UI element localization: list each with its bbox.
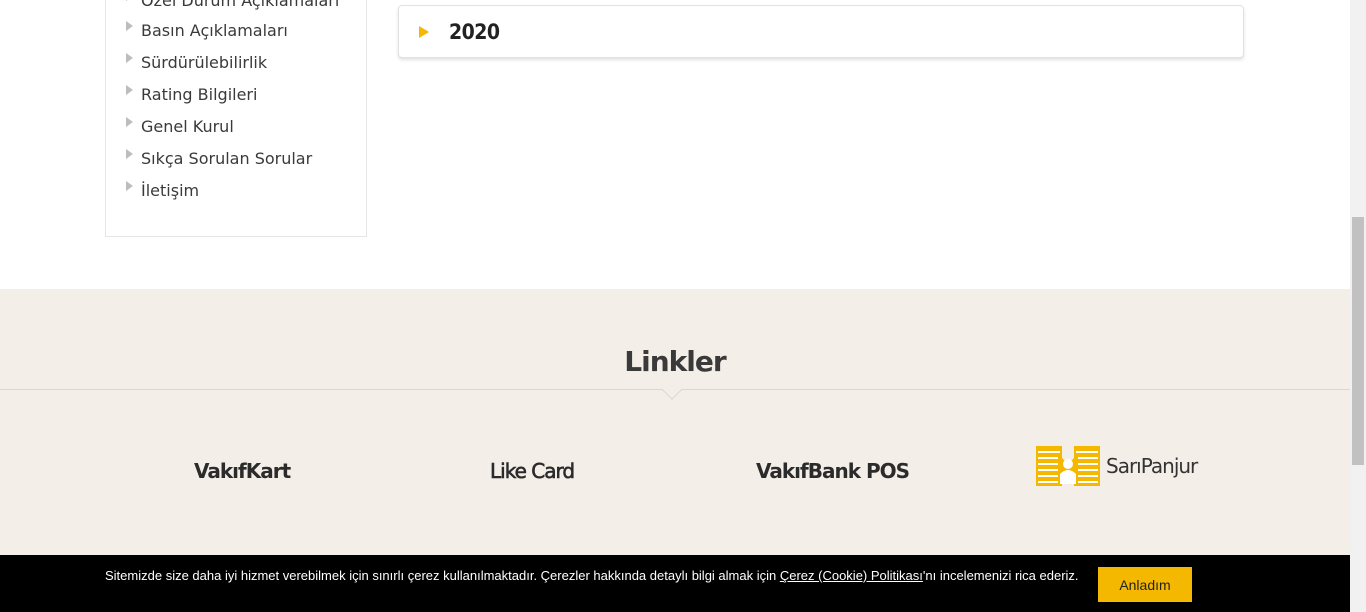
like-card-link[interactable]: Like Card: [490, 459, 576, 484]
sidebar-item-label: Genel Kurul: [141, 116, 234, 136]
chevron-right-icon: [126, 21, 133, 31]
chevron-right-icon: [126, 0, 133, 1]
sidebar-item-genel-kurul[interactable]: Genel Kurul: [126, 112, 234, 140]
saripanjur-label: SarıPanjur: [1106, 454, 1198, 478]
accordion-year-2020[interactable]: 2020: [398, 5, 1244, 58]
sidebar-item-basin[interactable]: Basın Açıklamaları: [126, 16, 288, 44]
saripanjur-link[interactable]: SarıPanjur: [1036, 444, 1198, 488]
cookie-text-after: 'nı incelemenizi rica ederiz.: [922, 568, 1079, 583]
chevron-right-icon: [126, 53, 133, 63]
sidebar-item-label: Sıkça Sorulan Sorular: [141, 148, 313, 168]
sidebar-item-surdurulebilirlik[interactable]: Sürdürülebilirlik: [126, 48, 267, 76]
chevron-right-icon: [126, 181, 133, 191]
sidebar-item-label: Özel Durum Açıklamaları: [141, 0, 340, 10]
links-title: Linkler: [624, 345, 726, 378]
vakifkart-link[interactable]: VakıfKart: [194, 459, 291, 483]
accept-cookies-button[interactable]: Anladım: [1098, 567, 1192, 602]
sidebar-item-label: Rating Bilgileri: [141, 84, 258, 104]
sidebar-item-label: İletişim: [141, 180, 200, 200]
cookie-policy-link[interactable]: Çerez (Cookie) Politikası: [780, 568, 923, 583]
triangle-right-icon: [419, 25, 429, 38]
accordion-year-label: 2020: [449, 19, 500, 44]
page-scrollbar[interactable]: [1350, 0, 1366, 612]
sari-panjur-logo-icon: [1036, 446, 1100, 486]
sidebar-item-label: Sürdürülebilirlik: [141, 52, 268, 72]
sidebar-item-iletisim[interactable]: İletişim: [126, 176, 199, 204]
chevron-right-icon: [126, 85, 133, 95]
chevron-right-icon: [126, 117, 133, 127]
scrollbar-thumb[interactable]: [1352, 217, 1364, 465]
sidebar-item-label: Basın Açıklamaları: [141, 20, 288, 40]
links-divider-notch: [662, 380, 682, 400]
sidebar-menu: Özel Durum Açıklamaları Basın Açıklamala…: [105, 0, 367, 237]
cookie-message: Sitemizde size daha iyi hizmet verebilme…: [105, 568, 1079, 583]
sidebar-item-ozel-durum[interactable]: Özel Durum Açıklamaları: [126, 0, 339, 14]
cookie-text-before: Sitemizde size daha iyi hizmet verebilme…: [105, 568, 780, 583]
sidebar-item-rating[interactable]: Rating Bilgileri: [126, 80, 257, 108]
cookie-banner: Sitemizde size daha iyi hizmet verebilme…: [0, 555, 1350, 612]
vakifbank-pos-link[interactable]: VakıfBank POS: [756, 459, 910, 483]
sidebar-item-sss[interactable]: Sıkça Sorulan Sorular: [126, 144, 312, 172]
chevron-right-icon: [126, 149, 133, 159]
